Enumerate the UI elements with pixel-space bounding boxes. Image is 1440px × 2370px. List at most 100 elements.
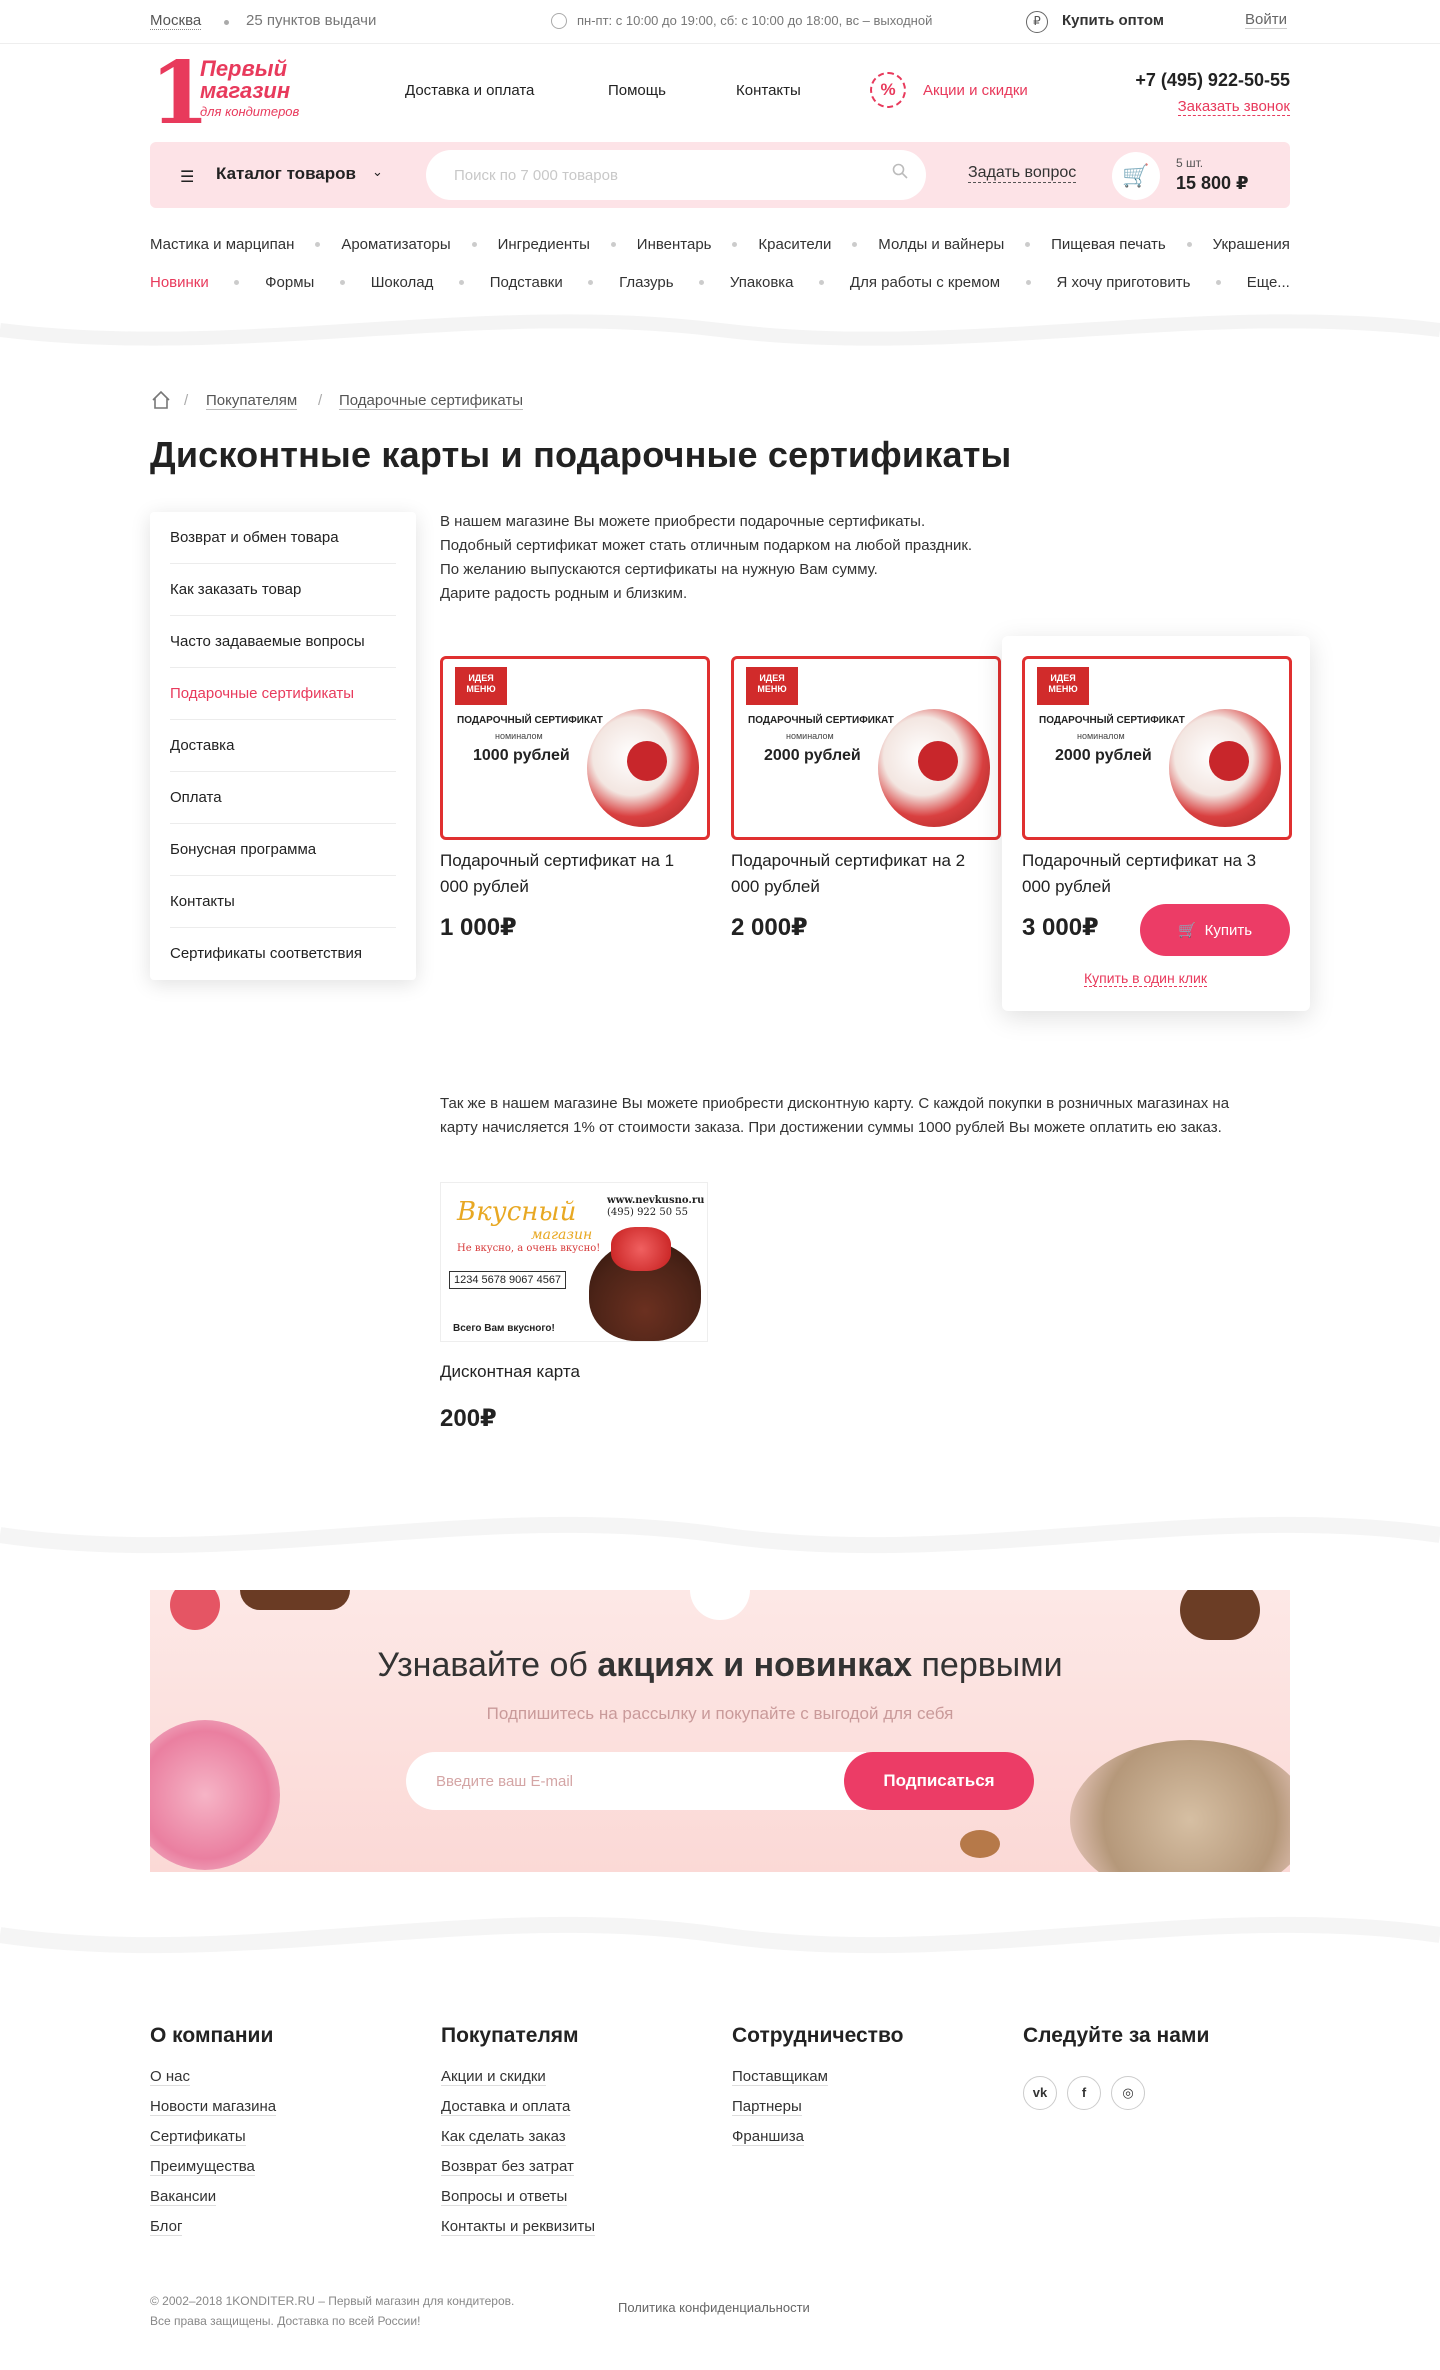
category-link[interactable]: Мастика и марципан: [150, 236, 294, 253]
footer-link[interactable]: Новости магазина: [150, 2098, 277, 2116]
sidebar-item-active[interactable]: Подарочные сертификаты: [170, 668, 396, 720]
category-link[interactable]: Глазурь: [619, 274, 673, 291]
sidebar-item[interactable]: Часто задаваемые вопросы: [170, 616, 396, 668]
sidebar-item[interactable]: Как заказать товар: [170, 564, 396, 616]
category-link-new[interactable]: Новинки: [150, 274, 209, 291]
buy-button[interactable]: 🛒 Купить: [1140, 904, 1290, 956]
footer-link[interactable]: Возврат без затрат: [441, 2158, 574, 2176]
home-icon[interactable]: [150, 389, 172, 411]
phone-number[interactable]: +7 (495) 922-50-55: [1135, 70, 1290, 91]
category-link[interactable]: Я хочу приготовить: [1056, 274, 1190, 291]
footer-link[interactable]: Сертификаты: [150, 2128, 246, 2146]
category-link[interactable]: Для работы с кремом: [850, 274, 1000, 291]
ask-question-link[interactable]: Задать вопрос: [968, 164, 1077, 183]
sidebar-item[interactable]: Контакты: [170, 876, 396, 928]
discount-site: www.nevkusno.ru: [607, 1195, 705, 1206]
login-link[interactable]: Войти: [1245, 11, 1287, 29]
footer-heading: О компании: [150, 2024, 274, 2047]
subscribe-button[interactable]: Подписаться: [844, 1752, 1034, 1810]
callback-link[interactable]: Заказать звонок: [1177, 98, 1290, 116]
category-link[interactable]: Формы: [265, 274, 314, 291]
sidebar-item[interactable]: Оплата: [170, 772, 396, 824]
category-link[interactable]: Красители: [758, 236, 831, 253]
cart-icon: 🛒: [1177, 922, 1197, 939]
nav-contacts[interactable]: Контакты: [736, 82, 801, 99]
certificate-image[interactable]: ИДЕЯ МЕНЮ ПОДАРОЧНЫЙ СЕРТИФИКАТ номинало…: [1022, 656, 1292, 840]
discount-card-image[interactable]: Вкусный магазин Не вкусно, а очень вкусн…: [440, 1182, 708, 1342]
category-link[interactable]: Подставки: [490, 274, 563, 291]
category-link[interactable]: Шоколад: [371, 274, 434, 291]
footer-link[interactable]: О нас: [150, 2068, 190, 2086]
category-row-1: Мастика и марципан Ароматизаторы Ингреди…: [150, 236, 1290, 253]
intro-text: В нашем магазине Вы можете приобрести по…: [440, 510, 972, 606]
category-link[interactable]: Украшения: [1213, 236, 1290, 253]
sidebar-item[interactable]: Доставка: [170, 720, 396, 772]
sidebar-item[interactable]: Бонусная программа: [170, 824, 396, 876]
cart-icon[interactable]: 🛒: [1112, 152, 1160, 200]
footer-link[interactable]: Доставка и оплата: [441, 2098, 571, 2116]
footer-link[interactable]: Франшиза: [732, 2128, 805, 2146]
product-title[interactable]: Подарочный сертификат на 1 000 рублей: [440, 848, 700, 900]
vk-icon[interactable]: vk: [1023, 2076, 1057, 2110]
promo-link[interactable]: Акции и скидки: [923, 82, 1028, 99]
product-title[interactable]: Подарочный сертификат на 2 000 рублей: [731, 848, 991, 900]
category-link[interactable]: Упаковка: [730, 274, 794, 291]
cart-quantity[interactable]: 5 шт.: [1176, 156, 1203, 170]
breadcrumb-certificates[interactable]: Подарочные сертификаты: [339, 392, 524, 410]
sidebar-item[interactable]: Возврат и обмен товара: [170, 512, 396, 564]
city-selector[interactable]: Москва: [150, 12, 202, 30]
footer-link[interactable]: Блог: [150, 2218, 183, 2236]
percent-icon[interactable]: %: [870, 72, 906, 108]
category-more[interactable]: Еще...: [1247, 274, 1290, 291]
logo-text-line1: Первый: [200, 56, 288, 81]
category-link[interactable]: Молды и вайнеры: [878, 236, 1004, 253]
certificate-image[interactable]: ИДЕЯ МЕНЮ ПОДАРОЧНЫЙ СЕРТИФИКАТ номинало…: [440, 656, 710, 840]
search-input[interactable]: [426, 150, 926, 200]
footer-link[interactable]: Преимущества: [150, 2158, 255, 2176]
separator-dot: [315, 242, 321, 247]
footer-link[interactable]: Поставщикам: [732, 2068, 828, 2086]
footer-link[interactable]: Контакты и реквизиты: [441, 2218, 596, 2236]
sidebar-item[interactable]: Сертификаты соответствия: [170, 928, 396, 980]
instagram-icon[interactable]: ◎: [1111, 2076, 1145, 2110]
buy-one-click-link[interactable]: Купить в один клик: [1084, 970, 1207, 987]
cert-logo: ИДЕЯ МЕНЮ: [1037, 667, 1089, 705]
top-bar: Москва 25 пунктов выдачи пн-пт: с 10:00 …: [0, 0, 1440, 44]
intro-line: По желанию выпускаются сертификаты на ну…: [440, 561, 878, 578]
product-title[interactable]: Дисконтная карта: [440, 1362, 580, 1382]
category-link[interactable]: Инвентарь: [637, 236, 712, 253]
breadcrumb-buyers[interactable]: Покупателям: [206, 392, 298, 410]
facebook-icon[interactable]: f: [1067, 2076, 1101, 2110]
separator-dot: [224, 20, 229, 25]
email-field[interactable]: [406, 1752, 866, 1810]
logo-text-line3: для кондитеров: [200, 104, 300, 119]
category-link[interactable]: Пищевая печать: [1051, 236, 1166, 253]
product-card-hover[interactable]: ИДЕЯ МЕНЮ ПОДАРОЧНЫЙ СЕРТИФИКАТ номинало…: [1002, 636, 1310, 1011]
search-icon[interactable]: [892, 163, 908, 179]
footer-link[interactable]: Акции и скидки: [441, 2068, 546, 2086]
chocolate-pour-decoration: [1180, 1590, 1260, 1640]
separator-dot: [471, 242, 477, 247]
cart-sum[interactable]: 15 800 ₽: [1176, 173, 1249, 194]
separator-dot: [234, 280, 240, 285]
privacy-policy-link[interactable]: Политика конфиденциальности: [618, 2300, 810, 2315]
category-link[interactable]: Ароматизаторы: [341, 236, 450, 253]
wholesale-link[interactable]: Купить оптом: [1062, 12, 1164, 29]
product-card[interactable]: ИДЕЯ МЕНЮ ПОДАРОЧНЫЙ СЕРТИФИКАТ номинало…: [430, 636, 720, 1011]
footer-link[interactable]: Партнеры: [732, 2098, 802, 2116]
category-link[interactable]: Ингредиенты: [498, 236, 590, 253]
pickup-points: 25 пунктов выдачи: [246, 12, 377, 29]
product-title[interactable]: Подарочный сертификат на 3 000 рублей: [1022, 848, 1282, 900]
newsletter-title-bold: акциях и новинках: [597, 1646, 913, 1684]
footer-link[interactable]: Как сделать заказ: [441, 2128, 566, 2146]
copyright-line: © 2002–2018 1KONDITER.RU – Первый магази…: [150, 2294, 515, 2308]
footer-link[interactable]: Вопросы и ответы: [441, 2188, 568, 2206]
footer-link[interactable]: Вакансии: [150, 2188, 217, 2206]
chevron-down-icon[interactable]: ⌄: [372, 164, 383, 180]
nav-delivery[interactable]: Доставка и оплата: [405, 82, 534, 99]
wave-decoration: [0, 314, 1440, 346]
product-card[interactable]: ИДЕЯ МЕНЮ ПОДАРОЧНЫЙ СЕРТИФИКАТ номинало…: [721, 636, 1011, 1011]
certificate-image[interactable]: ИДЕЯ МЕНЮ ПОДАРОЧНЫЙ СЕРТИФИКАТ номинало…: [731, 656, 1001, 840]
nav-help[interactable]: Помощь: [608, 82, 666, 99]
catalog-button[interactable]: Каталог товаров: [216, 164, 356, 184]
